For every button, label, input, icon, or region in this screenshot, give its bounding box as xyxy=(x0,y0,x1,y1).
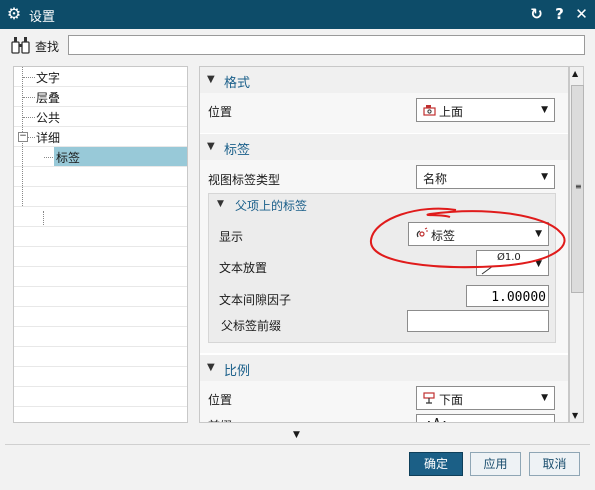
tree-item-label: 文字 xyxy=(36,71,61,85)
tree-empty-row xyxy=(14,347,187,367)
dropdown-value: 名称 xyxy=(423,172,448,186)
tree-empty-row xyxy=(14,187,187,207)
tree-empty-row xyxy=(14,287,187,307)
window-title: 设置 xyxy=(29,10,56,25)
section-scale-header[interactable]: ▼ 比例 xyxy=(200,355,568,381)
dropdown-value: 下面 xyxy=(439,393,464,407)
collapse-triangle-icon: ▼ xyxy=(207,74,215,85)
tree-item-detail[interactable]: 详细 xyxy=(14,127,187,147)
tree-empty-row xyxy=(14,307,187,327)
chevron-down-icon: ▼ xyxy=(541,393,548,403)
display-label: 显示 xyxy=(219,230,244,244)
collapse-triangle-icon: ▼ xyxy=(217,199,224,209)
tree-item-label: 层叠 xyxy=(36,91,61,105)
label-below-icon xyxy=(423,392,435,404)
text-gap-factor-input[interactable] xyxy=(466,285,549,307)
help-icon[interactable]: ? xyxy=(551,5,568,23)
scale-position-dropdown[interactable]: 下面 ▼ xyxy=(416,386,555,410)
subsection-title: 父项上的标签 xyxy=(235,199,308,213)
scale-prefix-input[interactable]: :A: xyxy=(416,414,555,422)
find-label: 查找 xyxy=(35,40,60,54)
tree-empty-row xyxy=(14,167,187,187)
section-title: 比例 xyxy=(224,364,251,379)
find-bar: 查找 xyxy=(0,29,595,62)
scale-position-label: 位置 xyxy=(208,393,233,407)
format-position-dropdown[interactable]: 上面 ▼ xyxy=(416,98,555,122)
chevron-down-icon: ▼ xyxy=(541,105,548,115)
tree-item-label: 详细 xyxy=(36,131,61,145)
tree-item-label: 公共 xyxy=(36,111,61,125)
cancel-button[interactable]: 取消 xyxy=(529,452,580,476)
view-label-type-dropdown[interactable]: 名称 ▼ xyxy=(416,165,555,189)
tree-item-common[interactable]: 公共 xyxy=(14,107,187,127)
reset-icon[interactable]: ↻ xyxy=(528,5,545,23)
footer-divider xyxy=(5,444,590,445)
collapse-triangle-icon: ▼ xyxy=(207,141,215,152)
section-format-header[interactable]: ▼ 格式 xyxy=(200,67,568,93)
tree-item-label: 标签 xyxy=(56,151,81,165)
text-gap-factor-label: 文本间隙因子 xyxy=(219,293,292,307)
search-input[interactable] xyxy=(68,35,585,55)
tree-item-text[interactable]: 文字 xyxy=(14,67,187,87)
tree-item-stacking[interactable]: 层叠 xyxy=(14,87,187,107)
section-label-header[interactable]: ▼ 标签 xyxy=(200,134,568,160)
view-label-type-label: 视图标签类型 xyxy=(208,173,281,187)
grip-icon: ≡ xyxy=(575,182,582,191)
dropdown-value: 上面 xyxy=(439,105,464,119)
gear-icon: ⚙ xyxy=(6,4,22,23)
scroll-up-icon[interactable]: ▲ xyxy=(572,69,578,78)
tree-empty-row xyxy=(14,267,187,287)
tree-empty-row xyxy=(14,387,187,407)
tree-item-label-selected[interactable]: 标签 xyxy=(14,147,187,167)
tree-empty-row xyxy=(14,367,187,387)
chevron-down-icon: ▼ xyxy=(541,172,548,182)
more-options-icon[interactable]: ▼ xyxy=(293,430,300,440)
text-placement-label: 文本放置 xyxy=(219,261,268,275)
section-format-body: 位置 上面 ▼ xyxy=(200,93,568,133)
collapse-triangle-icon: ▼ xyxy=(207,362,215,373)
tree-empty-row xyxy=(14,227,187,247)
tree-empty-row xyxy=(14,207,187,227)
scale-prefix-label: 前缀 xyxy=(208,417,232,422)
scroll-down-icon[interactable]: ▼ xyxy=(572,411,578,420)
format-position-label: 位置 xyxy=(208,105,233,119)
panel-scrollbar[interactable]: ▲ ≡ ▼ xyxy=(569,66,584,423)
red-annotation-ellipse xyxy=(369,207,566,269)
properties-panel: ▼ 格式 位置 上面 ▼ ▼ 标签 视图标签类型 名称 ▼ ▼ 父项上的标签 显… xyxy=(199,66,569,423)
close-icon[interactable]: ✕ xyxy=(573,5,590,23)
parent-label-prefix-input[interactable] xyxy=(407,310,549,332)
section-scale-body: 位置 下面 ▼ 前缀 :A: xyxy=(200,381,568,422)
collapse-toggle[interactable]: − xyxy=(18,132,28,142)
scroll-thumb[interactable]: ≡ xyxy=(571,85,584,293)
tree-empty-row xyxy=(14,247,187,267)
label-above-icon xyxy=(423,105,436,116)
binoculars-icon xyxy=(11,37,30,54)
section-title: 标签 xyxy=(224,143,251,158)
section-title: 格式 xyxy=(224,76,251,91)
apply-button[interactable]: 应用 xyxy=(470,452,521,476)
parent-label-prefix-label: 父标签前缀 xyxy=(221,319,282,333)
category-tree: 文字 层叠 公共 详细 标签 − xyxy=(13,66,188,423)
title-bar: ⚙ 设置 ↻ ? ✕ xyxy=(0,0,595,29)
ok-button[interactable]: 确定 xyxy=(409,452,463,476)
tree-empty-row xyxy=(14,327,187,347)
